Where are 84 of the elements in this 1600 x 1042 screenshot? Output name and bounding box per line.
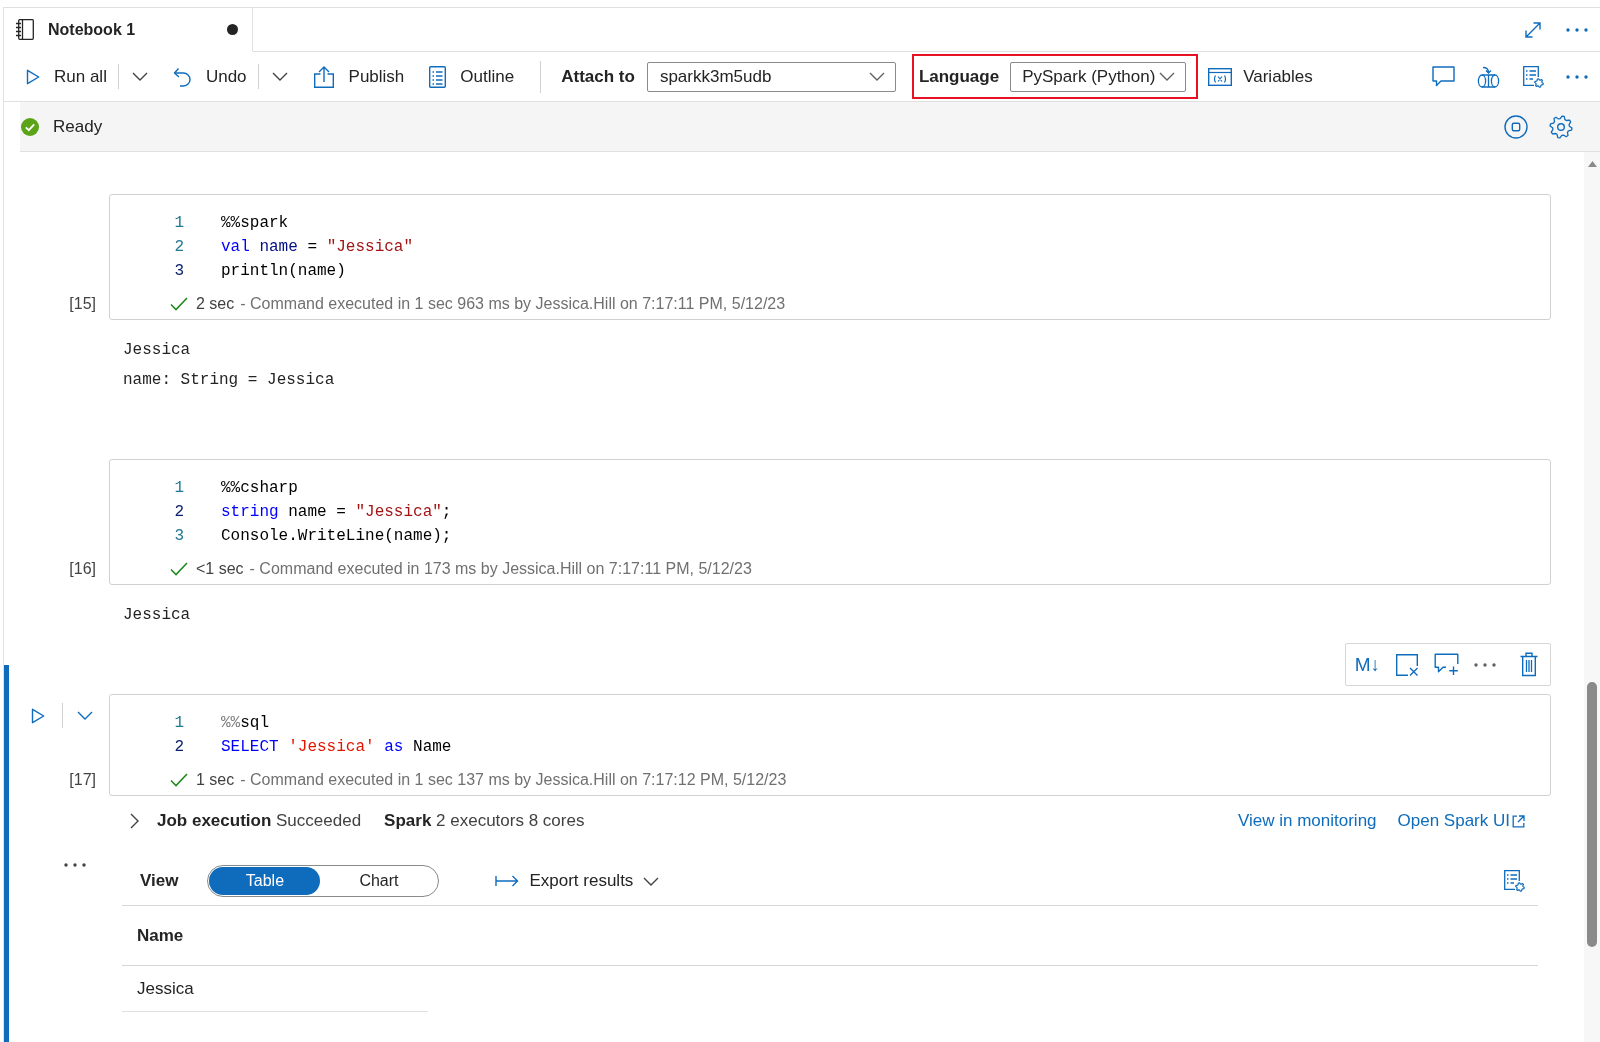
play-icon <box>26 68 40 85</box>
settings-icon[interactable] <box>1549 114 1573 139</box>
code-line: %%csharp <box>221 479 298 497</box>
more-icon[interactable] <box>1566 27 1588 32</box>
run-all-button[interactable]: Run all <box>26 66 107 87</box>
code-line: Console.WriteLine(name); <box>221 527 452 545</box>
output-line: Jessica <box>123 605 191 626</box>
notebook-icon <box>15 19 34 40</box>
chevron-down-icon[interactable] <box>77 711 93 720</box>
document-list-icon <box>429 65 447 88</box>
code-line: string name = "Jessica"; <box>221 503 452 521</box>
code-editor[interactable]: 1 %%sql 2 SELECT 'Jessica' as Name 1 sec - Command executed in 1 sec 137 ms by Jessica.Hill on 7:17:12 PM, 5/12/23 <box>109 694 1551 796</box>
trash-icon[interactable] <box>1520 652 1538 677</box>
job-status-text: Job execution Succeeded <box>157 811 362 831</box>
duration-text: 1 sec <box>196 771 235 789</box>
export-button[interactable]: Export results <box>495 871 660 891</box>
status-message: - Command executed in 1 sec 137 ms by Jessica.Hill on 7:17:12 PM, 5/12/23 <box>240 771 787 789</box>
variables-button[interactable]: Variables <box>1208 66 1313 87</box>
more-icon[interactable] <box>1566 74 1588 79</box>
code-line: val name = "Jessica" <box>221 238 414 256</box>
view-label: View <box>140 871 179 891</box>
execution-count: [15] <box>69 294 97 314</box>
chevron-down-icon <box>1159 72 1176 81</box>
language-dropdown[interactable]: PySpark (Python) <box>1010 61 1187 92</box>
diagonal-arrow-icon[interactable] <box>1525 21 1541 38</box>
status-message: - Command executed in 173 ms by Jessica.Hill on 7:17:11 PM, 5/12/23 <box>249 560 752 578</box>
cylinder-arrow-icon[interactable] <box>1477 65 1500 88</box>
output-line: name: String = Jessica <box>123 370 335 391</box>
line-number: 2 <box>173 503 184 521</box>
more-icon[interactable] <box>1474 662 1496 667</box>
line-number: 1 <box>173 479 184 497</box>
box-cross-icon[interactable] <box>1395 652 1419 677</box>
line-number: 1 <box>173 714 184 732</box>
chevron-down-icon <box>643 876 660 886</box>
notebook-tab[interactable]: Notebook 1 <box>4 8 253 52</box>
variable-window-icon <box>1208 67 1233 86</box>
spark-info-text: Spark 2 executors 8 cores <box>384 811 585 831</box>
speech-bubble-icon[interactable] <box>1432 66 1455 87</box>
spark-ui-link[interactable]: Open Spark UI <box>1397 811 1525 831</box>
table-cell: Jessica <box>122 966 428 1012</box>
undo-arrow-icon <box>172 66 192 87</box>
view-option[interactable]: Chart <box>320 867 438 895</box>
code-line: SELECT 'Jessica' as Name <box>221 738 452 756</box>
language-label: Language <box>918 66 1000 87</box>
comment-plus-icon[interactable] <box>1434 653 1459 676</box>
code-line: println(name) <box>221 262 346 280</box>
stop-circle-icon[interactable] <box>1504 114 1528 139</box>
status-text: Ready <box>53 116 103 137</box>
line-number: 2 <box>173 738 184 756</box>
undo-button[interactable]: Undo <box>172 66 247 87</box>
code-line: %%sql <box>221 714 269 732</box>
attach-label: Attach to <box>561 66 635 87</box>
chevron-down-icon[interactable] <box>131 72 148 81</box>
attach-dropdown[interactable]: sparkk3m5udb <box>646 61 896 92</box>
column-header[interactable]: Name <box>122 925 428 946</box>
line-number: 3 <box>173 262 184 280</box>
execution-count: [17] <box>69 770 97 790</box>
line-number: 1 <box>173 214 184 232</box>
arrow-to-line-icon <box>495 874 520 888</box>
duration-text: <1 sec <box>196 560 244 578</box>
more-icon[interactable] <box>64 863 86 867</box>
view-option[interactable]: Table <box>209 867 321 895</box>
chevron-right-icon[interactable] <box>130 813 139 829</box>
chevron-down-icon[interactable] <box>271 72 288 81</box>
code-editor[interactable]: 1 %%csharp 2 string name = "Jessica"; 3 Console.WriteLine(name); <1 sec - Command executed in 173 ms by Jessica.Hill on 7:17:11 PM, 5/12/23 <box>109 459 1551 585</box>
code-line: %%spark <box>221 214 289 232</box>
status-message: - Command executed in 1 sec 963 ms by Jessica.Hill on 7:17:11 PM, 5/12/23 <box>240 295 786 313</box>
markdown-button[interactable]: M↓ <box>1354 653 1380 676</box>
list-gear-icon[interactable] <box>1522 65 1544 88</box>
line-number: 2 <box>173 238 184 256</box>
upload-icon <box>312 64 335 89</box>
outline-button[interactable]: Outline <box>429 65 515 88</box>
list-gear-icon[interactable] <box>1503 870 1525 892</box>
duration-text: 2 sec <box>196 295 235 313</box>
execution-count: [16] <box>69 559 97 579</box>
output-line: Jessica <box>123 340 191 361</box>
chevron-down-icon <box>868 72 885 81</box>
scrollbar-thumb[interactable] <box>1587 682 1597 947</box>
triangle-up-icon[interactable] <box>1587 161 1597 167</box>
publish-button[interactable]: Publish <box>312 64 405 89</box>
play-icon[interactable] <box>31 707 45 724</box>
line-number: 3 <box>173 527 184 545</box>
monitoring-link[interactable]: View in monitoring <box>1237 811 1377 831</box>
code-editor[interactable]: 1 %%spark 2 val name = "Jessica" 3 println(name) 2 sec - Command executed in 1 sec 963 ms by Jessica.Hill on 7:17:11 PM, 5/12/23 <box>109 194 1551 320</box>
